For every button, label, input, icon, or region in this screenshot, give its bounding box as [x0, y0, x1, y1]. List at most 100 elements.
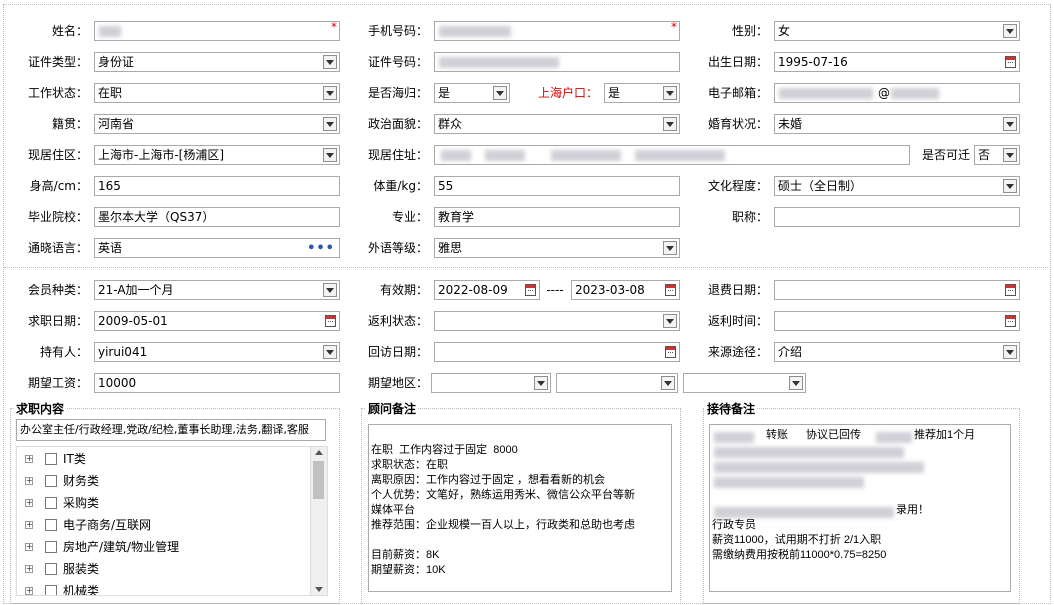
job-date-input[interactable]: 2009-05-01 — [94, 311, 340, 331]
phone-input[interactable]: * — [434, 20, 680, 41]
rebate-status-label: 返利状态： — [367, 314, 428, 328]
chevron-down-icon[interactable] — [493, 86, 507, 100]
weight-input[interactable]: 55 — [434, 176, 680, 196]
school-input[interactable]: 墨尔本大学（QS37） — [94, 207, 340, 227]
chevron-down-icon[interactable] — [663, 314, 677, 328]
hukou-select[interactable]: 是 — [604, 83, 680, 103]
chevron-down-icon[interactable] — [534, 376, 548, 390]
more-icon[interactable]: ••• — [307, 241, 335, 256]
valid-from-input[interactable]: 2022-08-09 — [434, 280, 540, 300]
visit-date-input[interactable] — [434, 342, 680, 362]
checkbox[interactable] — [45, 497, 57, 509]
source-select[interactable]: 介绍 — [774, 342, 1020, 362]
chevron-down-icon[interactable] — [1003, 117, 1017, 131]
scrollbar[interactable] — [310, 447, 327, 595]
expand-icon[interactable]: + — [25, 543, 33, 551]
chevron-down-icon[interactable] — [323, 148, 337, 162]
area-label: 现居住区： — [27, 148, 88, 162]
expand-icon[interactable]: + — [25, 521, 33, 529]
chevron-down-icon[interactable] — [663, 241, 677, 255]
chevron-down-icon[interactable] — [323, 345, 337, 359]
calendar-icon[interactable] — [1005, 315, 1016, 327]
expand-icon[interactable]: + — [25, 455, 33, 463]
native-place-select[interactable]: 河南省 — [94, 114, 340, 134]
checkbox[interactable] — [45, 475, 57, 487]
title-input[interactable] — [774, 207, 1020, 227]
calendar-icon[interactable] — [665, 284, 676, 296]
job-category-tree[interactable]: + IT类 + 财务类 + 采购类 + 电子商务/互联网 + 房地产/建筑/物业管理 + 服… — [16, 446, 328, 596]
member-type-select[interactable]: 21-A加一个月 — [94, 280, 340, 300]
name-input[interactable]: * — [94, 20, 340, 41]
returnee-label: 是否海归： — [367, 86, 428, 100]
expand-icon[interactable]: + — [25, 499, 33, 507]
height-input[interactable]: 165 — [94, 176, 340, 196]
area-select[interactable]: 上海市-上海市-[杨浦区] — [94, 145, 340, 165]
calendar-icon[interactable] — [665, 346, 676, 358]
job-content-title: 求职内容 — [14, 400, 67, 417]
refund-date-label: 退费日期： — [707, 283, 768, 297]
checkbox[interactable] — [45, 563, 57, 575]
relocate-select[interactable]: 否 — [974, 145, 1020, 165]
birth-date-input[interactable]: 1995-07-16 — [774, 52, 1020, 72]
id-no-input[interactable] — [434, 52, 680, 72]
scroll-thumb[interactable] — [313, 461, 324, 499]
returnee-select[interactable]: 是 — [434, 83, 510, 103]
calendar-icon[interactable] — [325, 315, 336, 327]
chevron-down-icon[interactable] — [323, 283, 337, 297]
native-place-label: 籍贯： — [51, 117, 88, 131]
checkbox[interactable] — [45, 453, 57, 465]
work-status-select[interactable]: 在职 — [94, 83, 340, 103]
chevron-down-icon[interactable] — [1003, 179, 1017, 193]
job-content-input[interactable]: 办公室主任/行政经理,党政/纪检,董事长助理,法务,翻译,客服 — [16, 419, 326, 441]
advisor-notes-textarea[interactable]: 在职 工作内容过于固定 8000 求职状态：在职 离职原因：工作内容过于固定 ，想看… — [368, 424, 672, 592]
work-status-label: 工作状态： — [27, 86, 88, 100]
checkbox[interactable] — [45, 541, 57, 553]
source-label: 来源途径： — [707, 345, 768, 359]
chevron-down-icon[interactable] — [1003, 148, 1017, 162]
lang-level-select[interactable]: 雅思 — [434, 238, 680, 258]
height-label: 身高/cm： — [29, 179, 88, 193]
refund-date-input[interactable] — [774, 280, 1020, 300]
email-input[interactable]: @ — [774, 83, 1020, 103]
chevron-down-icon[interactable] — [323, 86, 337, 100]
rebate-time-input[interactable] — [774, 311, 1020, 331]
region-district-select[interactable] — [683, 373, 806, 393]
rebate-status-select[interactable] — [434, 311, 680, 331]
scroll-down-icon[interactable] — [315, 587, 323, 592]
chevron-down-icon[interactable] — [323, 55, 337, 69]
valid-to-input[interactable]: 2023-03-08 — [571, 280, 680, 300]
gender-select[interactable]: 女 — [774, 21, 1020, 41]
major-label: 专业： — [391, 210, 428, 224]
holder-select[interactable]: yirui041 — [94, 342, 340, 362]
language-input[interactable]: 英语 ••• — [94, 238, 340, 258]
chevron-down-icon[interactable] — [661, 376, 675, 390]
expand-icon[interactable]: + — [25, 587, 33, 595]
lang-level-label: 外语等级： — [367, 241, 428, 255]
id-type-label: 证件类型： — [27, 55, 88, 69]
salary-input[interactable]: 10000 — [94, 373, 340, 393]
chevron-down-icon[interactable] — [663, 86, 677, 100]
calendar-icon[interactable] — [1005, 56, 1016, 68]
marital-select[interactable]: 未婚 — [774, 114, 1020, 134]
region-city-select[interactable] — [556, 373, 678, 393]
relocate-label: 是否可迁 — [921, 148, 970, 162]
expand-icon[interactable]: + — [25, 565, 33, 573]
region-province-select[interactable] — [431, 373, 551, 393]
chevron-down-icon[interactable] — [1003, 345, 1017, 359]
checkbox[interactable] — [45, 519, 57, 531]
calendar-icon[interactable] — [525, 284, 536, 296]
address-input[interactable] — [434, 145, 910, 165]
calendar-icon[interactable] — [1005, 284, 1016, 296]
id-type-select[interactable]: 身份证 — [94, 52, 340, 72]
reception-notes-textarea[interactable]: 转账 协议已回传 推荐加1个月 录用！ 行政专员 薪资11000，试用期不打折 … — [709, 424, 1011, 592]
chevron-down-icon[interactable] — [789, 376, 803, 390]
political-select[interactable]: 群众 — [434, 114, 680, 134]
chevron-down-icon[interactable] — [663, 117, 677, 131]
scroll-up-icon[interactable] — [315, 450, 323, 455]
education-select[interactable]: 硕士（全日制） — [774, 176, 1020, 196]
checkbox[interactable] — [45, 585, 57, 595]
chevron-down-icon[interactable] — [1003, 24, 1017, 38]
chevron-down-icon[interactable] — [323, 117, 337, 131]
expand-icon[interactable]: + — [25, 477, 33, 485]
major-input[interactable]: 教育学 — [434, 207, 680, 227]
